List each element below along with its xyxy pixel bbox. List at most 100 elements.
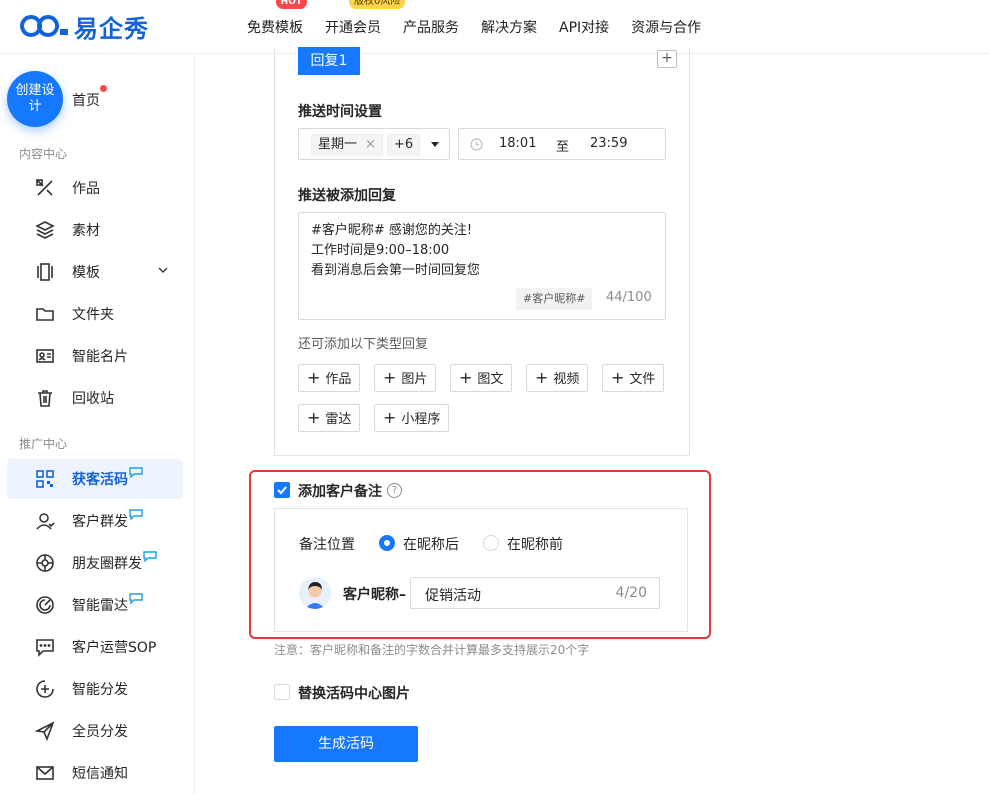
chat-bubble-icon: [143, 551, 157, 562]
remark-settings-box: [274, 508, 688, 632]
add-remark-checkbox[interactable]: [274, 482, 290, 498]
radio-after-nickname[interactable]: [379, 535, 395, 551]
sidebar-item-label: 文件夹: [72, 307, 114, 323]
sidebar-item-templates[interactable]: 模板: [7, 252, 183, 292]
option-before-label[interactable]: 在昵称前: [507, 534, 563, 554]
note-text: 注意：客户昵称和备注的字数合并计算最多支持展示20个字: [274, 643, 590, 657]
weekday-select[interactable]: 星期一 × +6: [298, 128, 450, 160]
caret-down-icon: [431, 142, 439, 147]
add-mini-program-button[interactable]: + 小程序: [374, 404, 450, 432]
nav-label: API对接: [559, 20, 610, 36]
sidebar-item-moments-broadcast[interactable]: 朋友圈群发: [7, 543, 183, 583]
nav-solutions[interactable]: 解决方案: [481, 17, 537, 37]
nav-api[interactable]: API对接: [559, 17, 609, 37]
chevron-down-icon[interactable]: [157, 264, 169, 276]
button-label: 视频: [553, 372, 580, 387]
chat-bubble-icon: [129, 467, 143, 478]
distribute-icon: [34, 678, 56, 700]
sidebar-item-sms-notification[interactable]: 短信通知: [7, 753, 183, 793]
add-video-button[interactable]: + 视频: [526, 364, 589, 392]
add-image-button[interactable]: + 图片: [374, 364, 437, 392]
sidebar-item-label: 智能雷达: [72, 598, 128, 614]
nav-resources[interactable]: 资源与合作: [631, 17, 701, 37]
option-after-label[interactable]: 在昵称后: [403, 534, 459, 554]
check-icon: [277, 486, 287, 495]
sidebar-item-label: 短信通知: [72, 766, 128, 782]
plus-icon: +: [611, 368, 625, 387]
plus-icon: +: [307, 368, 321, 387]
sidebar-item-label: 回收站: [72, 391, 114, 407]
radio-before-nickname[interactable]: [483, 535, 499, 551]
logo-icon: [20, 15, 68, 37]
section-content-center: 内容中心: [19, 147, 68, 161]
create-design-button[interactable]: 创建设计: [7, 71, 63, 127]
add-radar-button[interactable]: + 雷达: [298, 404, 361, 432]
nickname-prefix: 客户昵称–: [343, 587, 406, 603]
remark-input[interactable]: 促销活动 4/20: [410, 577, 660, 609]
replace-image-label: 替换活码中心图片: [298, 686, 410, 702]
plus-icon: +: [383, 408, 397, 427]
radar-icon: [34, 594, 56, 616]
nav-products[interactable]: 产品服务: [403, 17, 459, 37]
sidebar-item-home[interactable]: 首页: [72, 90, 100, 110]
add-article-button[interactable]: + 图文: [450, 364, 513, 392]
hot-badge: HOT: [275, 0, 307, 9]
tools-icon: [34, 177, 56, 199]
add-remark-label: 添加客户备注: [298, 484, 382, 500]
sidebar-item-all-staff-distribution[interactable]: 全员分发: [7, 711, 183, 751]
logo[interactable]: 易企秀: [18, 10, 149, 43]
tab-reply-1[interactable]: 回复1: [298, 47, 360, 75]
add-reply-tab-button[interactable]: +: [657, 50, 677, 68]
nav-label: 免费模板: [247, 20, 303, 36]
weekday-more-tag: +6: [387, 134, 421, 156]
end-time[interactable]: 23:59: [590, 136, 627, 151]
nav-membership[interactable]: 开通会员 版权0风险: [325, 0, 406, 37]
reply-line: 看到消息后会第一时间回复您: [311, 263, 481, 278]
start-time[interactable]: 18:01: [499, 136, 536, 151]
reply-line: #客户昵称# 感谢您的关注!: [311, 223, 473, 238]
logo-text: 易企秀: [74, 14, 149, 43]
sidebar-item-label: 获客活码: [72, 472, 128, 488]
notification-dot: [100, 85, 107, 92]
button-label: 雷达: [325, 412, 352, 427]
add-work-button[interactable]: + 作品: [298, 364, 361, 392]
chat-bubble-icon: [129, 509, 143, 520]
close-icon[interactable]: ×: [365, 137, 376, 152]
replace-image-checkbox[interactable]: [274, 684, 290, 700]
sidebar-item-works[interactable]: 作品: [7, 168, 183, 208]
sidebar-item-label: 客户运营SOP: [72, 640, 157, 656]
remark-position-label: 备注位置: [299, 537, 355, 553]
avatar: [299, 577, 331, 609]
reply-char-counter: 44/100: [606, 290, 652, 305]
sidebar-item-customer-sop[interactable]: 客户运营SOP: [7, 627, 183, 667]
qrcode-icon: [34, 468, 56, 490]
layers-icon: [34, 219, 56, 241]
time-range-picker[interactable]: 18:01 至 23:59: [458, 128, 666, 160]
clock-icon: [470, 138, 483, 151]
button-label: 图片: [401, 372, 428, 387]
sidebar-item-recycle-bin[interactable]: 回收站: [7, 378, 183, 418]
sidebar-item-smart-radar[interactable]: 智能雷达: [7, 585, 183, 625]
sidebar-item-smart-distribution[interactable]: 智能分发: [7, 669, 183, 709]
button-label: 文件: [629, 372, 656, 387]
copyright-badge: 版权0风险: [349, 0, 406, 9]
sidebar-item-business-card[interactable]: 智能名片: [7, 336, 183, 376]
sidebar-item-label: 朋友圈群发: [72, 556, 142, 572]
top-bar: 易企秀 免费模板 HOT 开通会员 版权0风险 产品服务 解决方案 API对接 …: [0, 0, 989, 54]
generate-qrcode-button[interactable]: 生成活码: [274, 726, 418, 762]
remark-value: 促销活动: [425, 588, 481, 604]
add-types-hint: 还可添加以下类型回复: [298, 337, 429, 352]
nav-label: 解决方案: [481, 20, 537, 36]
folder-icon: [34, 303, 56, 325]
sidebar-item-materials[interactable]: 素材: [7, 210, 183, 250]
trash-icon: [34, 387, 56, 409]
button-label: 小程序: [401, 412, 441, 427]
add-file-button[interactable]: + 文件: [602, 364, 665, 392]
sidebar-item-label: 全员分发: [72, 724, 128, 740]
sidebar-item-folders[interactable]: 文件夹: [7, 294, 183, 334]
nav-free-templates[interactable]: 免费模板 HOT: [247, 0, 307, 37]
sidebar-item-customer-broadcast[interactable]: 客户群发: [7, 501, 183, 541]
sidebar-item-lead-qrcode[interactable]: 获客活码: [7, 459, 183, 499]
help-icon[interactable]: ?: [387, 483, 402, 498]
insert-nickname-button[interactable]: #客户昵称#: [516, 288, 593, 310]
